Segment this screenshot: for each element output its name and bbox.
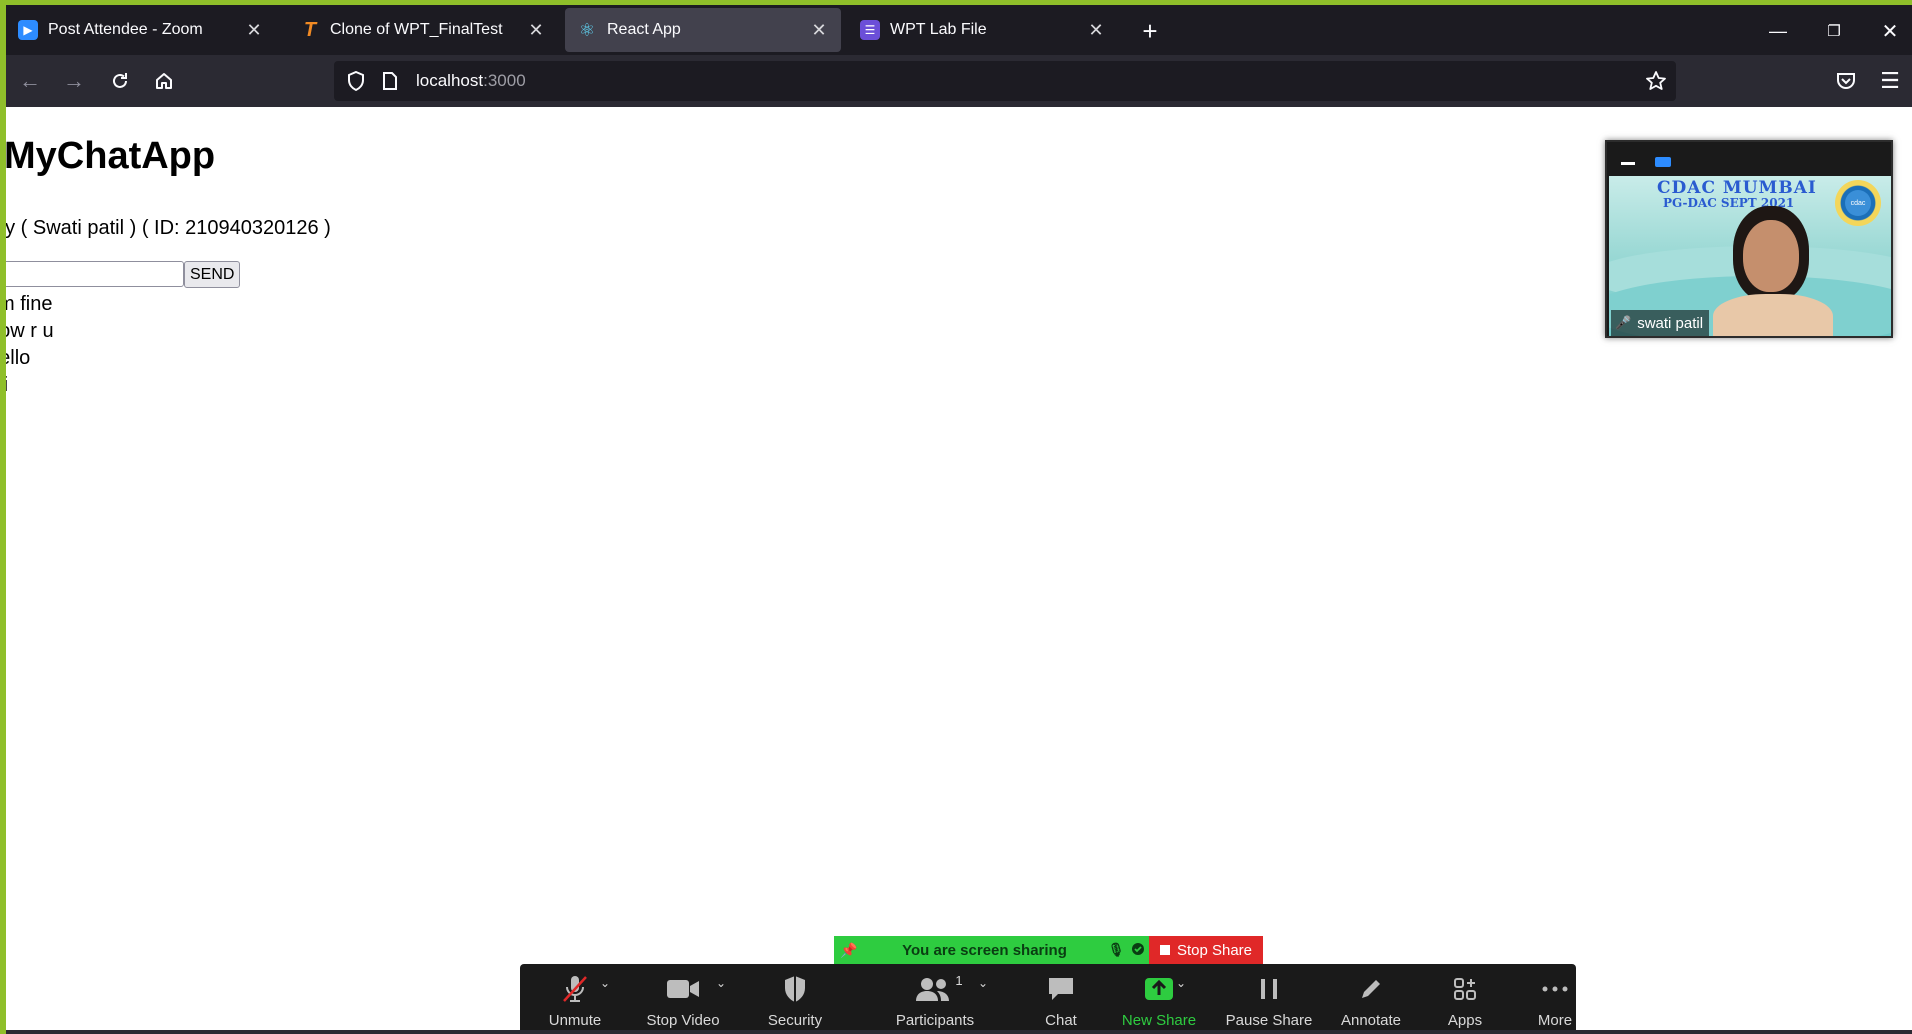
- share-screen-icon: [1104, 972, 1214, 1006]
- unmute-label: Unmute: [548, 1012, 602, 1029]
- stop-square-icon: [1159, 945, 1170, 955]
- list-item: hello: [0, 347, 31, 369]
- close-window-icon[interactable]: ✕: [1868, 13, 1912, 49]
- page-info-icon[interactable]: [378, 69, 402, 93]
- minimize-window-icon[interactable]: —: [1756, 13, 1800, 49]
- participants-options-chevron-icon[interactable]: ⌄: [978, 976, 988, 990]
- participant-body: [1713, 294, 1833, 336]
- tab-title: Post Attendee - Zoom: [48, 21, 203, 38]
- tab-title: WPT Lab File: [890, 21, 987, 38]
- stop-share-label: Stop Share: [1176, 941, 1253, 959]
- more-button[interactable]: More: [1500, 972, 1610, 1029]
- security-shield-icon: [1127, 942, 1149, 959]
- sharing-status-text: You are screen sharing: [902, 941, 1067, 959]
- participant-name: swati patil: [1637, 314, 1704, 332]
- stop-share-button[interactable]: Stop Share: [1149, 936, 1263, 964]
- security-label: Security: [767, 1012, 823, 1029]
- list-item: how r u: [0, 320, 54, 342]
- zoom-favicon-icon: ▶: [18, 20, 38, 40]
- tab-title: React App: [607, 21, 681, 38]
- forms-favicon-icon: ☰: [860, 20, 880, 40]
- cdac-logo-icon: cdac: [1835, 180, 1881, 226]
- more-label: More: [1537, 1012, 1573, 1029]
- muted-mic-icon: 🎤: [1615, 315, 1632, 330]
- back-arrow-icon[interactable]: ←: [14, 65, 46, 97]
- participants-icon: 1: [880, 972, 990, 1006]
- virtual-background-title: CDAC MUMBAI: [1657, 178, 1817, 198]
- shield-icon: [740, 972, 850, 1006]
- zoom-meeting-toolbar: Unmute ⌄ Stop Video ⌄ Security 1 Partici…: [520, 964, 1576, 1034]
- forward-arrow-icon[interactable]: →: [58, 65, 90, 97]
- url-host: localhost: [416, 71, 484, 90]
- message-input[interactable]: [0, 261, 184, 287]
- list-item: i m fine: [0, 293, 53, 315]
- participant-name-tag: 🎤 swati patil: [1611, 310, 1710, 336]
- browser-tab-strip: ▶ Post Attendee - Zoom ✕ T Clone of WPT_…: [0, 5, 1912, 55]
- unmute-button[interactable]: Unmute: [520, 972, 630, 1029]
- tab-wpt-lab-file[interactable]: ☰ WPT Lab File ✕: [848, 8, 1118, 52]
- participants-count: 1: [955, 972, 963, 988]
- minimize-video-icon[interactable]: [1621, 162, 1635, 165]
- new-tab-plus-icon[interactable]: +: [1136, 17, 1164, 45]
- security-button[interactable]: Security: [740, 972, 850, 1029]
- url-port: :3000: [483, 71, 526, 90]
- video-options-chevron-icon[interactable]: ⌄: [716, 976, 726, 990]
- close-tab-icon[interactable]: ✕: [809, 20, 829, 41]
- send-button[interactable]: SEND: [184, 261, 241, 288]
- microphone-muted-icon: [520, 972, 630, 1006]
- reload-icon[interactable]: [104, 65, 136, 97]
- react-favicon-icon: ⚛: [578, 19, 596, 40]
- close-tab-icon[interactable]: ✕: [1086, 20, 1106, 41]
- video-panel-header: [1607, 142, 1891, 174]
- author-byline: by ( Swati patil ) ( ID: 210940320126 ): [0, 217, 331, 239]
- menu-hamburger-icon[interactable]: ☰: [1874, 65, 1906, 97]
- restore-window-icon[interactable]: ❐: [1812, 13, 1856, 49]
- chat-label: Chat: [1045, 1012, 1077, 1029]
- pause-share-button[interactable]: Pause Share: [1214, 972, 1324, 1029]
- tab-clone-wpt-finaltest[interactable]: T Clone of WPT_FinalTest ✕: [288, 8, 558, 52]
- bottom-edge-strip: [0, 1030, 1912, 1034]
- share-options-chevron-icon[interactable]: ⌄: [1176, 976, 1186, 990]
- chat-button[interactable]: Chat: [1006, 972, 1116, 1029]
- tab-post-attendee-zoom[interactable]: ▶ Post Attendee - Zoom ✕: [6, 8, 276, 52]
- more-ellipsis-icon: [1500, 972, 1610, 1006]
- zoom-video-thumbnail[interactable]: CDAC MUMBAI PG-DAC SEPT 2021 cdac 🎤 swat…: [1605, 140, 1893, 338]
- message-list: i m fine how r u hello hii: [0, 291, 54, 399]
- mic-muted-icon: 🎙: [1107, 942, 1125, 957]
- bookmark-star-icon[interactable]: [1642, 67, 1670, 95]
- participants-label: Participants: [895, 1012, 975, 1029]
- pin-icon[interactable]: 📌: [840, 942, 864, 959]
- tab-title: Clone of WPT_FinalTest: [330, 21, 503, 38]
- screen-sharing-banner: 📌 You are screen sharing 🎙: [834, 936, 1149, 964]
- logo-center: cdac: [1845, 190, 1871, 216]
- home-icon[interactable]: [148, 65, 180, 97]
- participant-face: [1743, 220, 1799, 292]
- testbook-favicon-icon: T: [303, 18, 317, 41]
- participants-button[interactable]: 1 Participants: [880, 972, 990, 1030]
- pocket-icon[interactable]: [1830, 65, 1862, 97]
- tab-react-app[interactable]: ⚛ React App ✕: [565, 8, 841, 52]
- browser-nav-bar: ← → localhost:3000 ☰: [0, 55, 1912, 107]
- pause-icon: [1214, 972, 1324, 1006]
- page-title: MyChatApp: [4, 135, 216, 177]
- pause-share-label: Pause Share: [1225, 1012, 1313, 1029]
- audio-options-chevron-icon[interactable]: ⌄: [600, 976, 610, 990]
- chat-bubble-icon: [1006, 972, 1116, 1006]
- close-tab-icon[interactable]: ✕: [526, 20, 546, 41]
- screen-share-border-left: [0, 0, 6, 1034]
- participant-video-feed: CDAC MUMBAI PG-DAC SEPT 2021 cdac 🎤 swat…: [1609, 176, 1891, 336]
- url-bar[interactable]: localhost:3000: [334, 61, 1676, 101]
- stop-video-label: Stop Video: [646, 1012, 720, 1029]
- new-share-label: New Share: [1121, 1012, 1197, 1029]
- list-item: hii: [0, 372, 54, 399]
- video-view-toggle-icon[interactable]: [1655, 157, 1671, 167]
- close-tab-icon[interactable]: ✕: [244, 20, 264, 41]
- new-share-button[interactable]: New Share: [1104, 972, 1214, 1029]
- tracking-protection-shield-icon[interactable]: [344, 69, 368, 93]
- url-text: localhost:3000: [416, 71, 526, 91]
